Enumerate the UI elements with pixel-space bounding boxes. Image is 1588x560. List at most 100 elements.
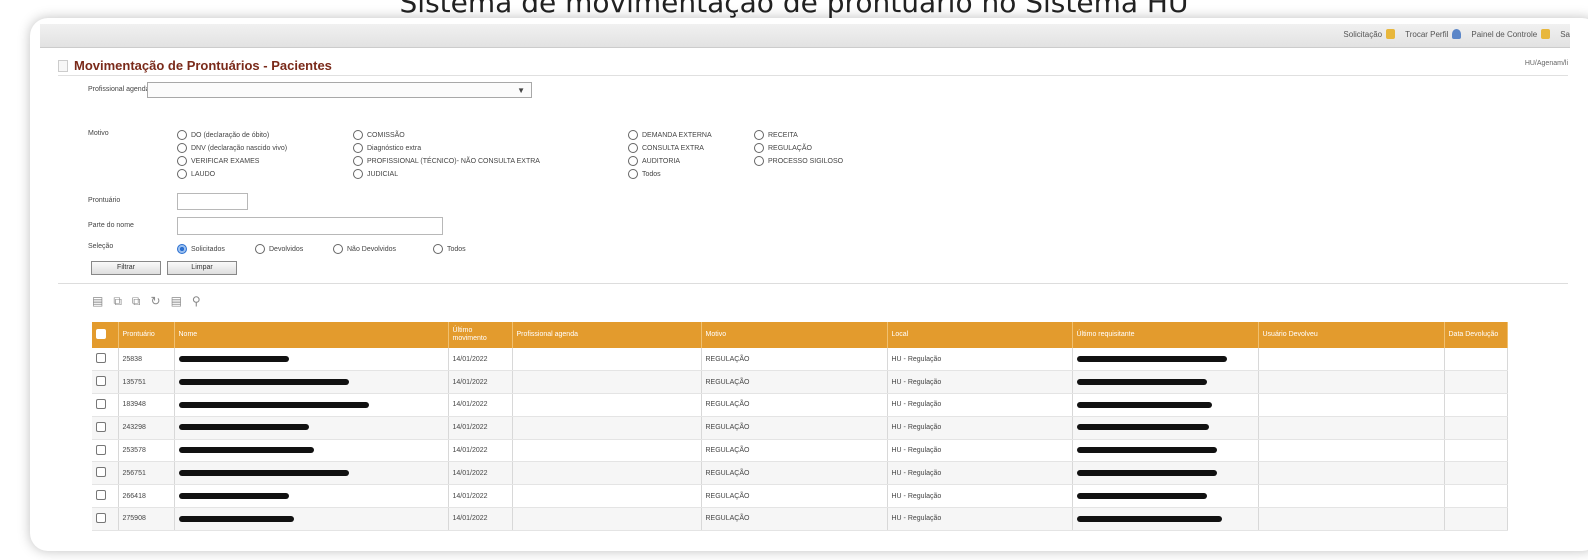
title-row: Movimentação de Prontuários - Pacientes … [58,56,1568,76]
checkbox-icon[interactable] [96,376,106,387]
cell-motivo: REGULAÇÃO [701,416,888,440]
prontuario-input[interactable] [177,193,248,210]
row-checkbox[interactable] [92,439,119,463]
filtrar-button[interactable]: Filtrar [91,261,161,275]
prontuarios-table: Prontuário Nome Último movimento Profiss… [92,322,1508,531]
motivo-option-label: PROCESSO SIGILOSO [768,157,844,165]
cell-requisitante-redacted [1072,439,1259,463]
header-usuario-devolveu[interactable]: Usuário Devolveu [1258,322,1445,348]
menu-sair[interactable]: Sa [1560,29,1570,39]
checkbox-icon[interactable] [96,421,106,432]
cell-prontuario: 275908 [118,507,175,531]
header-data-devolucao[interactable]: Data Devolução [1444,322,1508,348]
radio-icon [353,156,363,166]
motivo-option[interactable]: RECEITA [754,130,798,140]
cell-prontuario: 266418 [118,484,175,509]
motivo-option[interactable]: COMISSÃO [353,130,405,140]
motivo-option[interactable]: AUDITORIA [628,156,680,166]
header-ultimo-movimento[interactable]: Último movimento [448,322,513,348]
search-doc-icon[interactable]: ▤ [92,294,103,309]
motivo-option[interactable]: PROFISSIONAL (TÉCNICO)- NÃO CONSULTA EXT… [353,156,540,166]
profissional-select[interactable]: ▼ [147,82,532,98]
menu-solicitacao[interactable]: Solicitação [1343,29,1396,39]
cell-ultimo-movimento: 14/01/2022 [448,461,513,486]
cell-data-devolucao [1444,461,1508,486]
checkbox-icon[interactable] [96,467,106,478]
redaction-bar [178,470,349,477]
cell-profissional [512,484,702,509]
redaction-bar [178,492,289,499]
motivo-option[interactable]: DNV (declaração nascido vivo) [177,143,287,153]
table-row[interactable]: 25838 14/01/2022 REGULAÇÃO HU - Regulaçã… [92,348,1508,372]
selecao-option-devolvidos[interactable]: Devolvidos [255,244,303,254]
motivo-option-label: REGULAÇÃO [768,144,812,152]
copy-back-icon[interactable]: ⧉ [132,294,141,309]
header-ultimo-requisitante[interactable]: Último requisitante [1072,322,1259,348]
print-icon[interactable]: ▤ [171,294,182,309]
table-row[interactable]: 275908 14/01/2022 REGULAÇÃO HU - Regulaç… [92,507,1508,531]
table-row[interactable]: 243298 14/01/2022 REGULAÇÃO HU - Regulaç… [92,416,1508,440]
motivo-option[interactable]: DO (declaração de óbito) [177,130,269,140]
checkbox-icon[interactable] [96,328,106,339]
row-checkbox[interactable] [92,348,119,372]
motivo-option[interactable]: JUDICIAL [353,169,398,179]
cell-motivo: REGULAÇÃO [701,507,888,531]
row-checkbox[interactable] [92,393,119,417]
motivo-option[interactable]: REGULAÇÃO [754,143,812,153]
header-profissional-agenda[interactable]: Profissional agenda [512,322,702,348]
header-prontuario[interactable]: Prontuário [118,322,175,348]
motivo-option[interactable]: Diagnóstico extra [353,143,421,153]
motivo-option-label: CONSULTA EXTRA [642,144,704,152]
radio-icon [177,156,187,166]
motivo-option[interactable]: Todos [628,169,661,179]
redaction-bar [178,355,289,362]
checkbox-icon[interactable] [96,444,106,455]
header-local[interactable]: Local [887,322,1073,348]
motivo-option-label: COMISSÃO [367,131,405,139]
selecao-option-todos[interactable]: Todos [433,244,466,254]
header-motivo[interactable]: Motivo [701,322,888,348]
row-checkbox[interactable] [92,370,119,395]
zoom-icon[interactable]: ⚲ [192,294,201,309]
divider [58,283,1568,284]
row-checkbox[interactable] [92,507,119,531]
row-checkbox[interactable] [92,461,119,486]
motivo-option[interactable]: VERIFICAR EXAMES [177,156,259,166]
selecao-option-nao-devolvidos[interactable]: Não Devolvidos [333,244,396,254]
table-row[interactable]: 135751 14/01/2022 REGULAÇÃO HU - Regulaç… [92,370,1508,395]
motivo-option[interactable]: PROCESSO SIGILOSO [754,156,843,166]
cell-requisitante-redacted [1072,461,1259,486]
selecao-option-solicitados[interactable]: Solicitados [177,244,225,254]
selecao-option-label: Devolvidos [269,245,304,253]
limpar-button[interactable]: Limpar [167,261,237,275]
motivo-option[interactable]: LAUDO [177,169,215,179]
row-checkbox[interactable] [92,416,119,440]
motivo-option[interactable]: DEMANDA EXTERNA [628,130,712,140]
copy-icon[interactable]: ⧉ [113,294,122,309]
checkbox-icon[interactable] [96,398,106,409]
logged-user: HU/Agenam/li [1524,60,1568,67]
radio-icon [177,143,187,153]
cell-usuario-devolveu [1258,507,1445,531]
checkbox-icon[interactable] [96,353,106,364]
selecao-label: Seleção [88,243,114,250]
motivo-option[interactable]: CONSULTA EXTRA [628,143,704,153]
table-row[interactable]: 266418 14/01/2022 REGULAÇÃO HU - Regulaç… [92,484,1508,509]
checkbox-icon[interactable] [96,512,106,523]
parte-nome-input[interactable] [177,217,443,235]
header-select-all[interactable] [92,322,119,348]
header-nome[interactable]: Nome [174,322,449,348]
table-row[interactable]: 253578 14/01/2022 REGULAÇÃO HU - Regulaç… [92,439,1508,463]
page-title: Movimentação de Prontuários - Pacientes [74,58,332,73]
table-row[interactable]: 256751 14/01/2022 REGULAÇÃO HU - Regulaç… [92,461,1508,486]
checkbox-icon[interactable] [96,490,106,501]
folder-icon [1386,29,1396,39]
table-row[interactable]: 183948 14/01/2022 REGULAÇÃO HU - Regulaç… [92,393,1508,417]
cell-ultimo-movimento: 14/01/2022 [448,416,513,440]
radio-icon [628,143,638,153]
row-checkbox[interactable] [92,484,119,509]
menu-painel-controle[interactable]: Painel de Controle [1471,29,1551,39]
menu-trocar-perfil[interactable]: Trocar Perfil [1405,29,1462,39]
redaction-bar [1076,492,1207,499]
refresh-icon[interactable]: ↻ [151,294,161,309]
